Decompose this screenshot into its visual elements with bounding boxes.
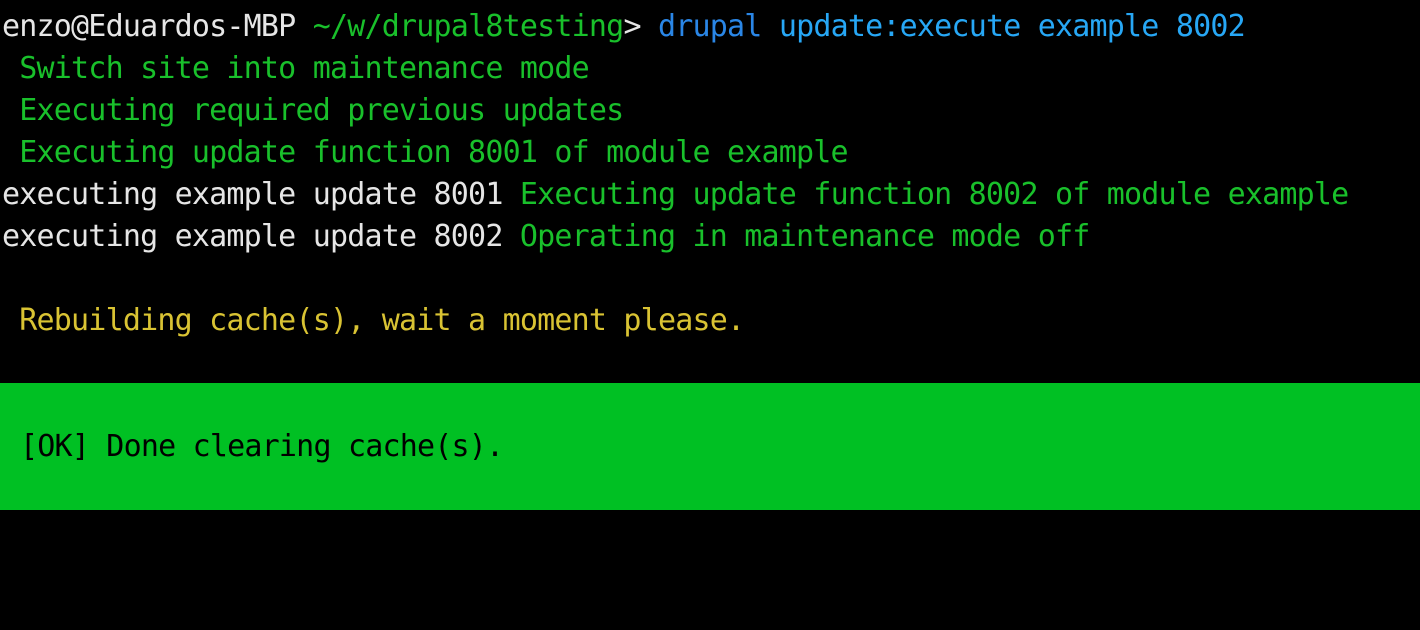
output-line-maintenance-on: Switch site into maintenance mode	[2, 51, 589, 86]
output-line-executing-8001: executing example update 8001 Executing …	[2, 174, 1349, 216]
output-line-update-8001: Executing update function 8001 of module…	[2, 135, 848, 170]
output-line-executing-8002: executing example update 8002 Operating …	[2, 216, 1090, 258]
output-line-executing-8002-prefix: executing example update 8002	[2, 219, 503, 254]
output-line-executing-8001-prefix: executing example update 8001	[2, 177, 503, 212]
ok-result-message: [OK] Done clearing cache(s).	[20, 429, 504, 464]
prompt-symbol: >	[623, 9, 641, 44]
output-line-rebuilding-cache: Rebuilding cache(s), wait a moment pleas…	[2, 303, 745, 338]
command-args: update:execute example 8002	[778, 9, 1246, 44]
output-line-update-8002: Executing update function 8002 of module…	[502, 177, 1349, 212]
command-name: drupal	[657, 9, 762, 44]
terminal-window[interactable]: enzo@Eduardos-MBP ~/w/drupal8testing> dr…	[0, 0, 1420, 518]
output-line-maintenance-off: Operating in maintenance mode off	[502, 219, 1090, 254]
prompt-line: enzo@Eduardos-MBP ~/w/drupal8testing> dr…	[2, 6, 1246, 48]
prompt-user-host: enzo@Eduardos-MBP	[2, 9, 296, 44]
prompt-path: ~/w/drupal8testing	[312, 9, 625, 44]
output-line-previous-updates: Executing required previous updates	[2, 93, 624, 128]
